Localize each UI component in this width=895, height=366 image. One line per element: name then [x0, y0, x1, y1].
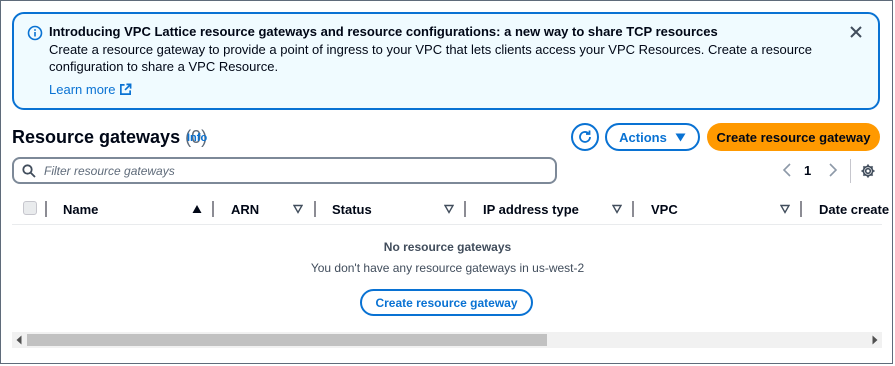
chevron-left-icon[interactable] [781, 163, 793, 177]
empty-state-title: No resource gateways [383, 240, 512, 254]
column-header-ip-address-type[interactable]: IP address type [483, 202, 579, 217]
info-icon [27, 25, 43, 41]
actions-button[interactable]: Actions [605, 123, 700, 151]
column-header-arn[interactable]: ARN [231, 202, 259, 217]
column-divider [45, 201, 47, 217]
external-link-icon [120, 83, 132, 95]
flash-title: Introducing VPC Lattice resource gateway… [49, 24, 718, 39]
column-divider[interactable] [632, 201, 634, 217]
column-divider[interactable] [314, 201, 316, 217]
column-header-date-created[interactable]: Date create [819, 202, 889, 217]
column-divider[interactable] [800, 201, 802, 217]
close-icon[interactable] [848, 24, 864, 40]
empty-state-create-button[interactable]: Create resource gateway [360, 289, 533, 316]
flash-description: Create a resource gateway to provide a p… [49, 42, 813, 74]
filter-box [12, 157, 557, 184]
refresh-icon [579, 130, 591, 143]
table-header: Name ARN Status IP address type VPC Date… [12, 197, 889, 225]
refresh-button[interactable] [571, 123, 599, 151]
page-title: Resource gateways (0) [12, 127, 207, 148]
column-divider[interactable] [212, 201, 214, 217]
empty-state-description: You don't have any resource gateways in … [310, 261, 585, 275]
sort-icon[interactable] [444, 204, 454, 214]
sort-icon[interactable] [780, 204, 790, 214]
horizontal-scrollbar[interactable] [12, 332, 882, 348]
learn-more-label: Learn more [49, 82, 116, 97]
filter-input[interactable] [44, 161, 544, 180]
learn-more-link[interactable]: Learn more [49, 82, 132, 97]
page-title-text: Resource gateways [12, 127, 181, 147]
search-icon [22, 164, 36, 178]
info-flash-banner: Introducing VPC Lattice resource gateway… [12, 12, 880, 110]
sort-icon[interactable] [293, 204, 303, 214]
actions-label: Actions [619, 129, 667, 145]
select-all-checkbox[interactable] [23, 201, 37, 215]
scroll-right-icon[interactable] [871, 335, 879, 345]
column-header-status[interactable]: Status [332, 202, 372, 217]
gear-icon[interactable] [860, 163, 876, 179]
scrollbar-thumb[interactable] [27, 334, 547, 346]
column-divider[interactable] [464, 201, 466, 217]
sort-icon[interactable] [612, 204, 622, 214]
page-number[interactable]: 1 [804, 163, 811, 178]
column-header-vpc[interactable]: VPC [651, 202, 678, 217]
create-resource-gateway-button[interactable]: Create resource gateway [707, 123, 880, 151]
pagination-divider [850, 159, 851, 183]
resource-gateways-page: Introducing VPC Lattice resource gateway… [0, 0, 893, 364]
caret-down-icon [675, 133, 686, 141]
column-header-name[interactable]: Name [63, 202, 98, 217]
sort-ascending-icon[interactable] [192, 204, 202, 214]
info-link[interactable]: Info [187, 132, 207, 144]
chevron-right-icon[interactable] [827, 163, 839, 177]
scroll-left-icon[interactable] [15, 335, 23, 345]
